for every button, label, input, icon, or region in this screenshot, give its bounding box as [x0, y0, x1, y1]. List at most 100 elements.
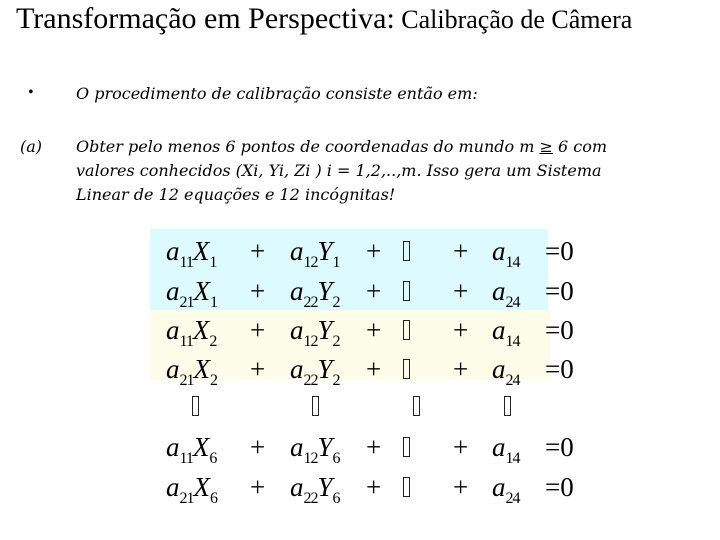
variable-symbol: Y	[317, 354, 333, 384]
plus-sign: +	[366, 354, 382, 384]
coefficient-symbol: a	[166, 472, 180, 502]
coefficient-subscript: 21	[179, 372, 195, 389]
variable-symbol: X	[193, 354, 211, 384]
missing-glyph-icon	[403, 320, 410, 340]
missing-term	[403, 472, 410, 503]
coefficient-subscript: 14	[505, 254, 521, 271]
coefficient-symbol: a	[290, 236, 304, 266]
coefficient-symbol: a	[166, 432, 180, 462]
variable-subscript: 6	[332, 450, 341, 467]
variable-subscript: 2	[210, 372, 218, 389]
variable-subscript: 2	[332, 294, 341, 311]
missing-glyph-icon	[403, 437, 410, 457]
plus-sign: +	[366, 432, 382, 462]
coefficient-symbol: a	[492, 276, 506, 306]
term-constant: a24	[492, 354, 521, 389]
equation-row: a11X1 + a12Y1 + + a14 =0	[0, 236, 720, 272]
variable-subscript: 2	[209, 333, 217, 350]
plus-sign: +	[453, 236, 469, 266]
plus-sign: +	[453, 276, 469, 306]
term-y: a22Y2	[290, 354, 341, 389]
item-a-line-1: Obter pelo menos 6 pontos de coordenadas…	[76, 135, 607, 159]
variable-symbol: Y	[317, 432, 333, 462]
term-y: a12Y6	[290, 432, 341, 467]
equals-zero: =0	[545, 432, 574, 462]
bullet-text: O procedimento de calibração consiste en…	[76, 84, 478, 103]
coefficient-symbol: a	[492, 432, 506, 462]
missing-term	[403, 236, 410, 267]
plus-sign: +	[453, 354, 469, 384]
missing-glyph-icon	[403, 477, 410, 497]
missing-glyph-icon	[192, 396, 199, 416]
variable-subscript: 1	[332, 254, 341, 271]
coefficient-subscript: 12	[303, 450, 319, 467]
coefficient-symbol: a	[492, 472, 506, 502]
term-constant: a14	[492, 432, 521, 467]
plus-sign: +	[453, 315, 469, 345]
variable-symbol: Y	[317, 276, 333, 306]
list-item-a-text: Obter pelo menos 6 pontos de coordenadas…	[76, 135, 607, 207]
plus-sign: +	[366, 236, 382, 266]
variable-symbol: Y	[317, 315, 333, 345]
missing-glyph-icon	[312, 396, 319, 416]
equation-row: a21X2 + a22Y2 + + a24 =0	[0, 354, 720, 390]
missing-term	[403, 354, 410, 385]
variable-symbol: X	[192, 432, 210, 462]
variable-subscript: 1	[210, 294, 218, 311]
term-x: a21X6	[166, 472, 218, 507]
coefficient-subscript: 24	[505, 490, 521, 507]
coefficient-symbol: a	[492, 354, 506, 384]
term-y: a22Y2	[290, 276, 341, 311]
coefficient-subscript: 22	[303, 372, 319, 389]
slide-title: Transformação em Perspectiva: Calibração…	[16, 2, 632, 35]
title-main: Transformação em Perspectiva:	[16, 2, 395, 35]
coefficient-symbol: a	[166, 315, 180, 345]
coefficient-symbol: a	[290, 432, 304, 462]
variable-symbol: Y	[317, 472, 333, 502]
coefficient-symbol: a	[166, 354, 180, 384]
term-y: a22Y6	[290, 472, 341, 507]
equals-zero: =0	[545, 354, 574, 384]
term-y: a12Y2	[290, 315, 341, 350]
item-a-line-1-post: 6 com	[552, 137, 608, 156]
coefficient-subscript: 12	[303, 254, 319, 271]
term-constant: a14	[492, 236, 521, 271]
coefficient-subscript: 11	[179, 333, 194, 350]
plus-sign: +	[250, 315, 266, 345]
plus-sign: +	[366, 472, 382, 502]
vertical-ellipsis-row	[0, 396, 720, 426]
coefficient-symbol: a	[290, 315, 304, 345]
coefficient-subscript: 22	[303, 294, 319, 311]
equals-zero: =0	[545, 472, 574, 502]
variable-subscript: 1	[209, 254, 217, 271]
coefficient-subscript: 12	[303, 333, 319, 350]
greater-equal-symbol: ≥	[539, 137, 553, 156]
coefficient-symbol: a	[166, 276, 180, 306]
plus-sign: +	[453, 432, 469, 462]
coefficient-symbol: a	[166, 236, 180, 266]
bullet-icon: •	[28, 84, 34, 101]
term-x: a21X2	[166, 354, 218, 389]
missing-term	[403, 276, 410, 307]
equation-row: a11X2 + a12Y2 + + a14 =0	[0, 315, 720, 351]
coefficient-subscript: 11	[179, 254, 194, 271]
coefficient-symbol: a	[290, 472, 304, 502]
term-x: a21X1	[166, 276, 218, 311]
coefficient-symbol: a	[492, 236, 506, 266]
plus-sign: +	[366, 276, 382, 306]
coefficient-subscript: 24	[505, 294, 521, 311]
title-subtitle: Calibração de Câmera	[394, 5, 633, 34]
missing-glyph-icon	[403, 359, 410, 379]
coefficient-subscript: 14	[505, 450, 521, 467]
plus-sign: +	[453, 472, 469, 502]
coefficient-subscript: 21	[179, 294, 195, 311]
equation-row: a11X6 + a12Y6 + + a14 =0	[0, 432, 720, 468]
item-a-line-2: valores conhecidos (Xi, Yi, Zi ) i = 1,2…	[76, 161, 602, 180]
list-marker-a: (a)	[20, 137, 43, 156]
equation-row: a21X1 + a22Y2 + + a24 =0	[0, 276, 720, 312]
term-constant: a24	[492, 276, 521, 311]
equals-zero: =0	[545, 315, 574, 345]
equation-row: a21X6 + a22Y6 + + a24 =0	[0, 472, 720, 508]
missing-glyph-icon	[403, 281, 410, 301]
plus-sign: +	[250, 354, 266, 384]
